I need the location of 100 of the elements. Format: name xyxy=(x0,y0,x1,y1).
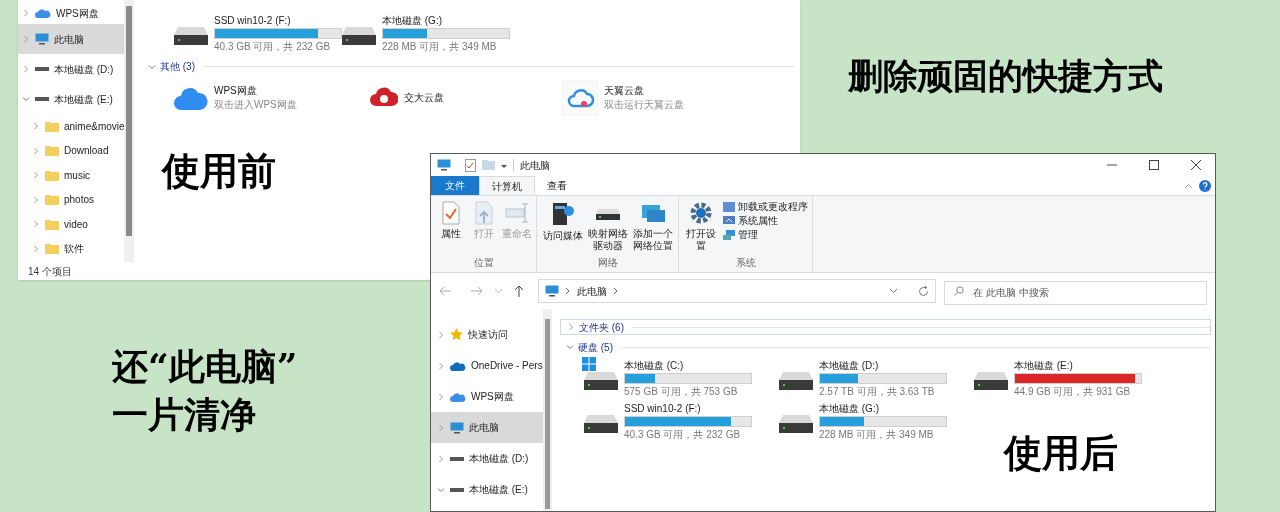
sidebar-item[interactable]: 本地磁盘 (D:) xyxy=(431,443,543,474)
sidebar-item[interactable]: 本地磁盘 (E:) xyxy=(431,474,543,505)
chevron-right-icon xyxy=(22,35,30,43)
media-server-icon xyxy=(550,201,575,227)
cloud-app-icon xyxy=(562,80,598,116)
free-space-text: 2.57 TB 可用，共 3.63 TB xyxy=(819,385,936,398)
cloud-icon xyxy=(450,360,466,371)
caption-text: 使用前 xyxy=(162,147,276,195)
sidebar-item[interactable]: WPS网盘 xyxy=(18,2,124,24)
refresh-icon xyxy=(918,285,929,297)
program-list-icon xyxy=(723,202,735,212)
chevron-right-icon xyxy=(22,9,30,17)
sidebar-item[interactable]: anime&movie xyxy=(18,114,124,139)
cloud-icon xyxy=(174,86,208,110)
ribbon-button[interactable]: 管理 xyxy=(723,229,808,241)
drive-icon xyxy=(450,486,464,493)
group-header[interactable]: 文件夹 (6) xyxy=(560,319,1211,335)
document-check-icon xyxy=(465,158,476,172)
collapse-ribbon-icon xyxy=(1184,183,1193,189)
chevron-right-icon xyxy=(32,244,40,253)
sidebar-item[interactable]: OneDrive - Pers xyxy=(431,350,543,381)
forward-arrow-icon xyxy=(471,286,483,296)
star-icon xyxy=(450,328,463,341)
folder-icon xyxy=(45,243,59,255)
ribbon-tab[interactable]: 文件 xyxy=(431,176,479,195)
free-space-text: 40.3 GB 可用，共 232 GB xyxy=(624,428,742,441)
sidebar-item[interactable]: Download xyxy=(18,138,124,163)
free-space-text: 228 MB 可用，共 349 MB xyxy=(382,40,498,53)
sidebar-item[interactable]: video xyxy=(18,212,124,237)
scrollbar-thumb[interactable] xyxy=(126,6,132,236)
ribbon-button[interactable]: 系统属性 xyxy=(723,215,808,227)
folder-icon xyxy=(45,120,59,132)
ribbon-button[interactable]: 映射网络驱动器 xyxy=(586,201,629,252)
ribbon-button[interactable]: 属性 xyxy=(435,201,466,240)
maximize-icon xyxy=(1149,160,1159,170)
caption-text: 还“此电脑” xyxy=(112,344,298,389)
folder-icon xyxy=(482,160,495,170)
sidebar-item[interactable]: photos xyxy=(18,187,124,212)
chevron-down-icon xyxy=(148,62,156,71)
free-space-text: 575 GB 可用，共 753 GB xyxy=(624,385,739,398)
breadcrumb-item[interactable]: 此电脑 xyxy=(577,283,607,299)
folder-icon xyxy=(45,218,59,230)
drive-name: 本地磁盘 (C:) xyxy=(624,359,685,372)
sidebar-item[interactable]: music xyxy=(18,163,124,188)
chevron-right-icon xyxy=(437,454,445,463)
sidebar-item[interactable]: 此电脑 xyxy=(431,412,543,443)
sidebar-item[interactable]: 此电脑 xyxy=(18,24,124,54)
chevron-right-icon xyxy=(437,361,445,370)
search-field[interactable]: 在 此电脑 中搜索 xyxy=(944,280,1207,305)
shortcut-description: 双击进入WPS网盘 xyxy=(214,98,297,112)
drive-name: 本地磁盘 (G:) xyxy=(382,14,443,27)
rename-icon xyxy=(504,201,529,225)
ribbon-button[interactable]: 打开设置 xyxy=(683,201,719,252)
hard-drive-icon xyxy=(584,414,618,434)
cloud-icon xyxy=(450,391,466,402)
help-icon xyxy=(1199,180,1211,192)
folder-icon xyxy=(45,145,59,157)
document-check-icon xyxy=(441,201,460,225)
group-header[interactable]: 硬盘 (5) xyxy=(560,339,1211,355)
sidebar-item[interactable]: 快速访问 xyxy=(431,319,543,350)
monitor-icon xyxy=(35,33,49,45)
chevron-right-icon xyxy=(565,287,571,295)
ribbon-button[interactable]: 访问媒体 xyxy=(541,201,584,242)
ribbon-button[interactable]: 添加一个网络位置 xyxy=(631,201,674,252)
system-properties-icon xyxy=(723,216,735,226)
sidebar-item[interactable]: 本地磁盘 (E:) xyxy=(18,84,124,114)
chevron-down-icon xyxy=(889,288,898,294)
ribbon-tab[interactable]: 计算机 xyxy=(479,176,535,195)
chevron-right-icon xyxy=(613,287,619,295)
free-space-text: 40.3 GB 可用，共 232 GB xyxy=(214,40,332,53)
chevron-right-icon xyxy=(437,392,445,401)
cloud-icon xyxy=(35,8,51,18)
caption-text: 一片清净 xyxy=(112,392,257,437)
hard-drive-icon xyxy=(974,371,1008,391)
shortcut-name: WPS网盘 xyxy=(214,84,258,98)
sidebar-item[interactable]: 本地磁盘 (D:) xyxy=(18,54,124,84)
windows-logo-icon xyxy=(582,357,596,371)
shortcut-name: 交大云盘 xyxy=(404,91,444,105)
address-bar[interactable]: 此电脑 xyxy=(538,279,936,303)
free-space-text: 44.9 GB 可用，共 931 GB xyxy=(1014,385,1132,398)
headline-text: 删除顽固的快捷方式 xyxy=(848,54,1163,98)
shortcut-description: 双击运行天翼云盘 xyxy=(604,98,684,112)
sidebar-item[interactable]: 软件 xyxy=(18,236,124,261)
ribbon-button[interactable]: 卸载或更改程序 xyxy=(723,201,808,213)
scrollbar-thumb[interactable] xyxy=(545,319,550,509)
chevron-down-icon xyxy=(22,95,30,103)
shortcut-item[interactable]: WPS网盘 双击进入WPS网盘 xyxy=(174,80,368,116)
group-header[interactable]: 其他 (3) xyxy=(148,59,794,74)
shortcut-name: 天翼云盘 xyxy=(604,84,645,98)
chevron-right-icon xyxy=(32,146,40,155)
sidebar-item[interactable]: WPS网盘 xyxy=(431,381,543,412)
hard-drive-icon xyxy=(779,414,813,434)
shortcut-item[interactable]: 交大云盘 xyxy=(368,80,562,116)
shortcut-item[interactable]: 天翼云盘 双击运行天翼云盘 xyxy=(562,80,756,116)
search-icon xyxy=(954,286,964,296)
ribbon-tab[interactable]: 查看 xyxy=(535,176,579,195)
ribbon-group-label: 系统 xyxy=(734,256,757,270)
chevron-down-icon xyxy=(566,343,574,351)
caption-text: 使用后 xyxy=(1004,429,1118,477)
dropdown-caret-icon xyxy=(501,162,507,168)
